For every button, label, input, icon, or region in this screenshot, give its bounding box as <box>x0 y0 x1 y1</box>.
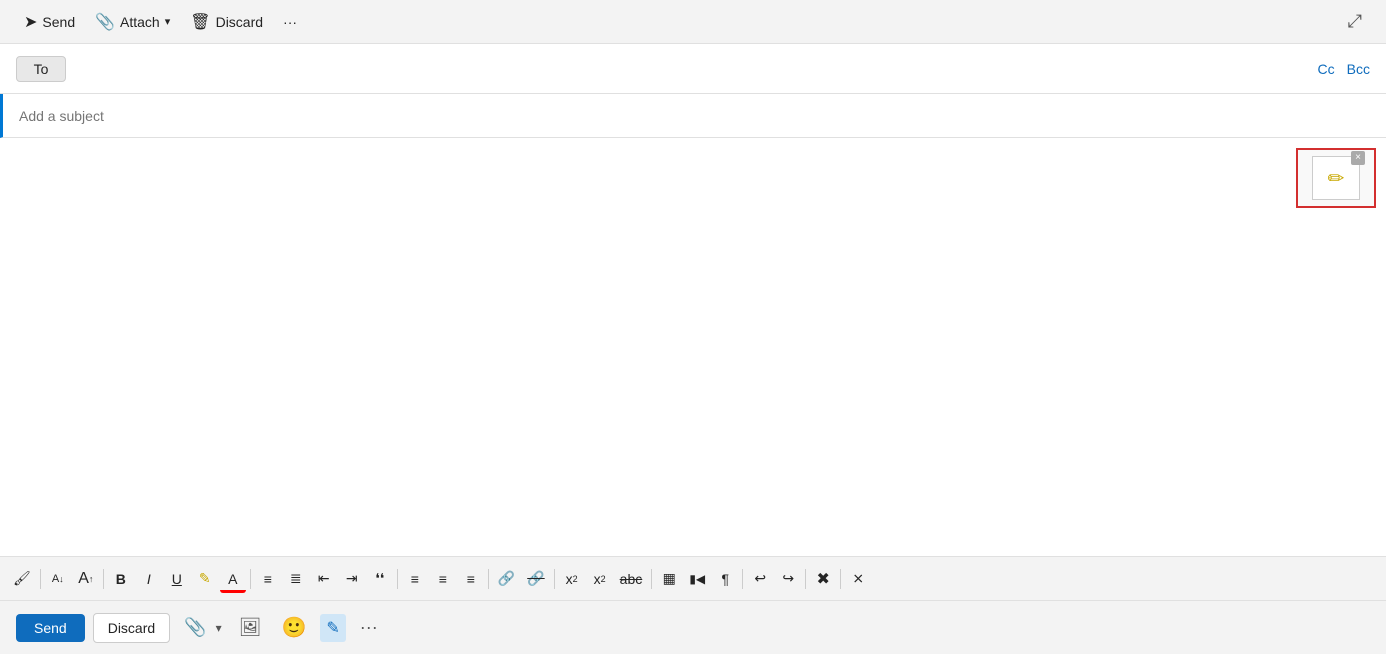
discard-icon-top: 🗑 <box>190 12 210 32</box>
send-button-bottom[interactable]: Send <box>16 614 85 642</box>
attach-button-top[interactable]: 📎 Attach ▾ <box>87 7 178 37</box>
paragraph-btn[interactable]: ¶ <box>712 565 738 593</box>
superscript-btn[interactable]: x2 <box>559 565 585 593</box>
insert-image2-btn[interactable]: ▦ <box>656 565 682 593</box>
subscript-btn[interactable]: x2 <box>587 565 613 593</box>
send-label-top: Send <box>42 14 75 30</box>
show-source-btn[interactable]: ▮◀ <box>684 565 710 593</box>
bcc-button[interactable]: Bcc <box>1347 61 1370 77</box>
attach-button-bottom[interactable]: 📎 <box>178 613 212 642</box>
insert-image-btn[interactable]: 🖼 <box>233 613 268 642</box>
more-options-btn-bottom[interactable]: ··· <box>354 613 384 642</box>
clear-format-btn[interactable]: ✖ <box>810 565 836 593</box>
emoji-button[interactable]: 🙂 <box>275 611 312 644</box>
align-left-btn[interactable]: ≡ <box>255 565 281 593</box>
insert-table-btn[interactable]: ⨯ <box>845 565 871 593</box>
to-button[interactable]: To <box>16 56 66 82</box>
align-center-btn[interactable]: ≡ <box>402 565 428 593</box>
format-toolbar: 🖌 A↓ A↑ B I U ✎ A ≡ ≣ ⇤ ⇥ ❛❛ ≡ ≡ ≡ 🔗 🔗 x… <box>0 556 1386 600</box>
send-icon: ➤ <box>24 12 37 32</box>
pop-out-button[interactable]: ⤢ <box>1340 6 1370 37</box>
subject-row <box>0 94 1386 138</box>
attach-group: 📎 ▾ <box>178 613 224 642</box>
underline-btn[interactable]: U <box>164 565 190 593</box>
cc-button[interactable]: Cc <box>1318 61 1335 77</box>
attach-chevron-icon: ▾ <box>165 15 171 28</box>
italic-btn[interactable]: I <box>136 565 162 593</box>
more-button-top[interactable]: ··· <box>275 9 305 35</box>
sep6 <box>554 569 555 589</box>
font-size-decrease-btn[interactable]: A↓ <box>45 565 71 593</box>
sep9 <box>805 569 806 589</box>
discard-label-top: Discard <box>216 14 263 30</box>
redo-btn[interactable]: ↪ <box>775 565 801 593</box>
strikethrough-btn[interactable]: abc <box>615 565 648 593</box>
sep7 <box>651 569 652 589</box>
font-color-btn[interactable]: A <box>220 565 246 593</box>
font-size-increase-btn[interactable]: A↑ <box>73 565 99 593</box>
to-input[interactable] <box>74 61 1370 77</box>
cc-bcc-buttons: Cc Bcc <box>1318 61 1370 77</box>
top-toolbar-left: ➤ Send 📎 Attach ▾ 🗑 Discard ··· <box>16 7 305 37</box>
remove-link-btn[interactable]: 🔗 <box>522 565 549 593</box>
align-right-btn[interactable]: ≡ <box>458 565 484 593</box>
to-row: To Cc Bcc <box>0 44 1386 94</box>
sep3 <box>250 569 251 589</box>
sep8 <box>742 569 743 589</box>
bullets-btn[interactable]: ≣ <box>283 565 309 593</box>
top-toolbar: ➤ Send 📎 Attach ▾ 🗑 Discard ··· ⤢ <box>0 0 1386 44</box>
attach-label-top: Attach <box>120 14 160 30</box>
signature-inner: ✏ × <box>1312 156 1360 200</box>
editor-tools-btn[interactable]: ✎ <box>320 614 345 642</box>
subject-input[interactable] <box>19 108 1370 124</box>
more-label-top: ··· <box>283 14 297 30</box>
blockquote-btn[interactable]: ❛❛ <box>367 565 393 593</box>
bottom-bar: Send Discard 📎 ▾ 🖼 🙂 ✎ ··· <box>0 600 1386 654</box>
signature-icon: ✏ <box>1328 166 1345 191</box>
body-area: ✏ × <box>0 138 1386 556</box>
body-input[interactable] <box>0 138 1386 556</box>
highlight-btn[interactable]: ✎ <box>192 565 218 593</box>
attach-icon-top: 📎 <box>95 12 115 32</box>
justify-btn[interactable]: ≡ <box>430 565 456 593</box>
format-painter-btn[interactable]: 🖌 <box>8 565 36 593</box>
sep1 <box>40 569 41 589</box>
sep10 <box>840 569 841 589</box>
attach-chevron-bottom[interactable]: ▾ <box>213 617 225 639</box>
send-button-top[interactable]: ➤ Send <box>16 7 83 37</box>
pop-out-icon: ⤢ <box>1348 11 1362 31</box>
signature-close-button[interactable]: × <box>1351 151 1365 165</box>
sep4 <box>397 569 398 589</box>
signature-widget: ✏ × <box>1296 148 1376 208</box>
sep5 <box>488 569 489 589</box>
bold-btn[interactable]: B <box>108 565 134 593</box>
increase-indent-btn[interactable]: ⇥ <box>339 565 365 593</box>
compose-area: To Cc Bcc ✏ × 🖌 A↓ A↑ B I U ✎ A ≡ <box>0 44 1386 600</box>
undo-btn[interactable]: ↩ <box>747 565 773 593</box>
decrease-indent-btn[interactable]: ⇤ <box>311 565 337 593</box>
sep2 <box>103 569 104 589</box>
discard-button-top[interactable]: 🗑 Discard <box>182 7 271 37</box>
discard-button-bottom[interactable]: Discard <box>93 613 170 643</box>
insert-link-btn[interactable]: 🔗 <box>493 565 520 593</box>
